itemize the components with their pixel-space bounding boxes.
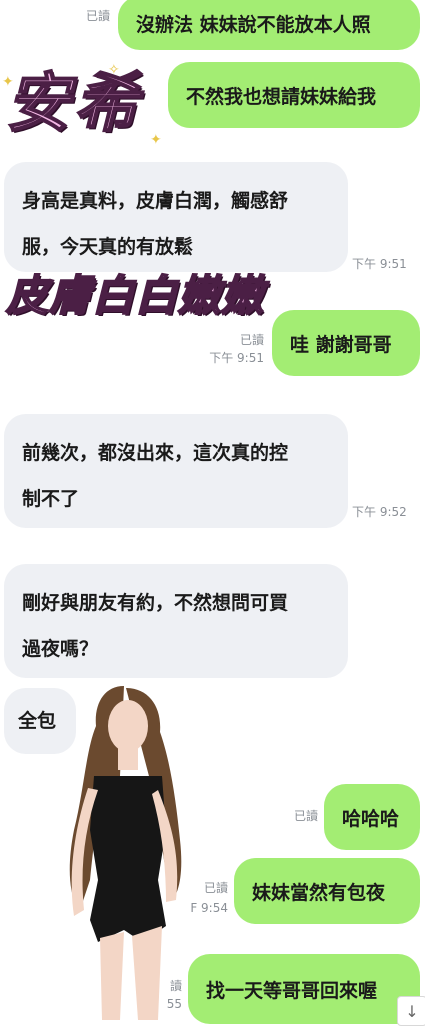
message-text: 哇 謝謝哥哥 [290, 333, 392, 356]
message-bubble-outgoing[interactable]: 沒辦法 妹妹說不能放本人照 [118, 0, 420, 50]
message-text-line: 剛好與朋友有約，不然想問可買 [22, 592, 289, 614]
read-receipt: 已讀 [85, 9, 110, 23]
message-text: 找一天等哥哥回來喔 [206, 979, 378, 1002]
message-text-line: 過夜嗎？ [22, 638, 99, 660]
message-bubble-outgoing[interactable]: 哈哈哈 [324, 784, 420, 850]
message-bubble-outgoing[interactable]: 哇 謝謝哥哥 [272, 310, 420, 376]
message-timestamp: 下午 9:52 [352, 505, 407, 519]
read-receipt: 已讀 [293, 809, 318, 823]
message-timestamp: 55 [166, 997, 182, 1011]
sparkle-icon: ✦ [150, 132, 162, 148]
read-receipt: 已讀 [239, 333, 264, 347]
sparkle-icon: ✦ [2, 74, 14, 90]
message-bubble-incoming[interactable]: 前幾次，都沒出來，這次真的控 制不了 [4, 414, 348, 528]
message-text-line: 身高是真料，皮膚白潤，觸感舒 [22, 190, 289, 212]
message-bubble-incoming[interactable]: 身高是真料，皮膚白潤，觸感舒 服，今天真的有放鬆 [4, 162, 348, 272]
promo-figure-image [69, 686, 182, 1020]
message-text: 沒辦法 妹妹說不能放本人照 [136, 13, 371, 36]
message-text: 妹妹當然有包夜 [252, 881, 386, 904]
message-bubble-outgoing[interactable]: 找一天等哥哥回來喔 [188, 954, 420, 1024]
message-bubble-incoming[interactable]: 剛好與朋友有約，不然想問可買 過夜嗎？ [4, 564, 348, 678]
scroll-down-button[interactable]: ↓ [397, 996, 425, 1026]
message-text: 不然我也想請妹妹給我 [186, 85, 377, 108]
overlay-name-text: 安希 [5, 65, 142, 142]
read-receipt: 已讀 [203, 881, 228, 895]
arrow-down-icon: ↓ [405, 1001, 419, 1021]
sparkle-icon: ✧ [108, 62, 120, 78]
message-text-line: 前幾次，都沒出來，這次真的控 [22, 442, 289, 464]
message-text-line: 制不了 [22, 488, 80, 510]
message-timestamp: F 9:54 [190, 901, 228, 915]
message-timestamp: 下午 9:51 [209, 351, 264, 365]
overlay-tagline-text: 皮膚白白嫩嫩 [5, 270, 265, 321]
message-bubble-outgoing[interactable]: 不然我也想請妹妹給我 [168, 62, 420, 128]
message-bubble-outgoing[interactable]: 妹妹當然有包夜 [234, 858, 420, 924]
read-receipt: 讀 [169, 979, 182, 993]
message-text: 哈哈哈 [342, 807, 400, 830]
message-timestamp: 下午 9:51 [352, 257, 407, 271]
